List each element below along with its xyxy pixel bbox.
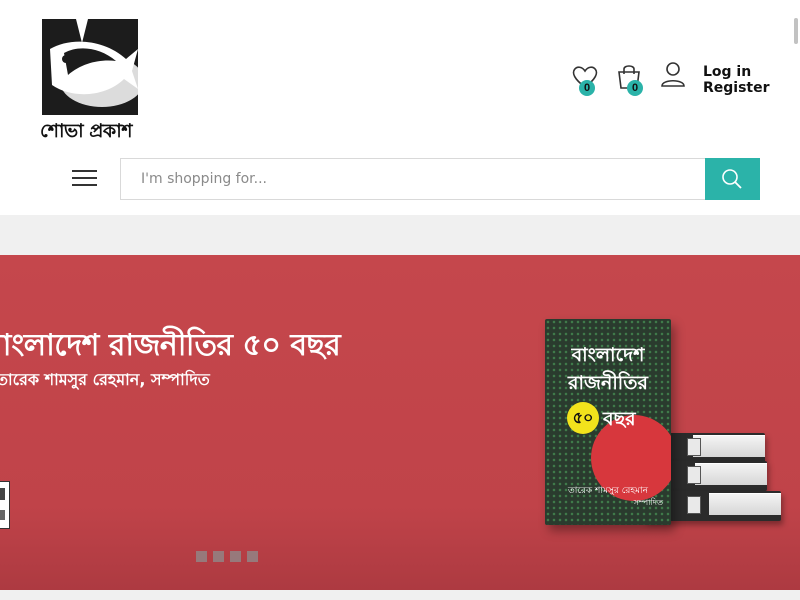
account-button[interactable] xyxy=(658,60,688,90)
scrollbar[interactable] xyxy=(792,0,800,600)
section-divider xyxy=(0,590,800,600)
wishlist-count-badge: 0 xyxy=(579,80,595,96)
user-icon xyxy=(661,62,685,87)
slider-dot-4[interactable] xyxy=(247,551,258,562)
scrollbar-thumb[interactable] xyxy=(794,18,798,44)
register-link[interactable]: Register xyxy=(703,80,770,96)
cover-title-line-2: রাজনীতির xyxy=(568,372,648,394)
cover-editor-note: সম্পাদিত xyxy=(633,498,663,507)
side-book-image xyxy=(0,481,10,529)
auth-links: Log in Register xyxy=(703,64,770,96)
logo-text: শোভা প্রকাশ xyxy=(40,120,132,142)
logo-fish-emblem xyxy=(42,19,138,115)
cart-button[interactable]: 0 xyxy=(614,62,644,96)
search-input[interactable] xyxy=(120,158,706,200)
book-cover: বাংলাদেশ রাজনীতির ৫০ বছর তারেক শামসুর রে… xyxy=(545,319,671,525)
wishlist-button[interactable]: 0 xyxy=(570,62,600,96)
hamburger-menu-icon[interactable] xyxy=(72,168,98,188)
search-bar xyxy=(120,158,760,200)
site-logo[interactable]: শোভা প্রকাশ xyxy=(40,19,140,142)
banner-subtitle: তারেক শামসুর রেহমান, সম্পাদিত xyxy=(0,370,210,389)
search-button[interactable] xyxy=(705,158,760,200)
cover-title-line-3: বছর xyxy=(603,408,636,430)
banner-title: বাংলাদেশ রাজনীতির ৫০ বছর xyxy=(0,328,341,363)
nav-strip xyxy=(0,215,800,255)
slider-dot-3[interactable] xyxy=(230,551,241,562)
cover-number-badge: ৫০ xyxy=(567,402,599,434)
cart-count-badge: 0 xyxy=(627,80,643,96)
cover-author: তারেক শামসুর রেহমান xyxy=(567,486,649,496)
slider-dot-1[interactable] xyxy=(196,551,207,562)
login-link[interactable]: Log in xyxy=(703,64,770,80)
site-header: শোভা প্রকাশ 0 0 Log in Register xyxy=(0,0,800,215)
slider-dot-2[interactable] xyxy=(213,551,224,562)
book-product-image: বাংলাদেশ রাজনীতির ৫০ বছর তারেক শামসুর রে… xyxy=(535,315,785,535)
search-icon xyxy=(722,169,742,189)
hero-slider[interactable]: বাংলাদেশ রাজনীতির ৫০ বছর তারেক শামসুর রে… xyxy=(0,255,800,590)
